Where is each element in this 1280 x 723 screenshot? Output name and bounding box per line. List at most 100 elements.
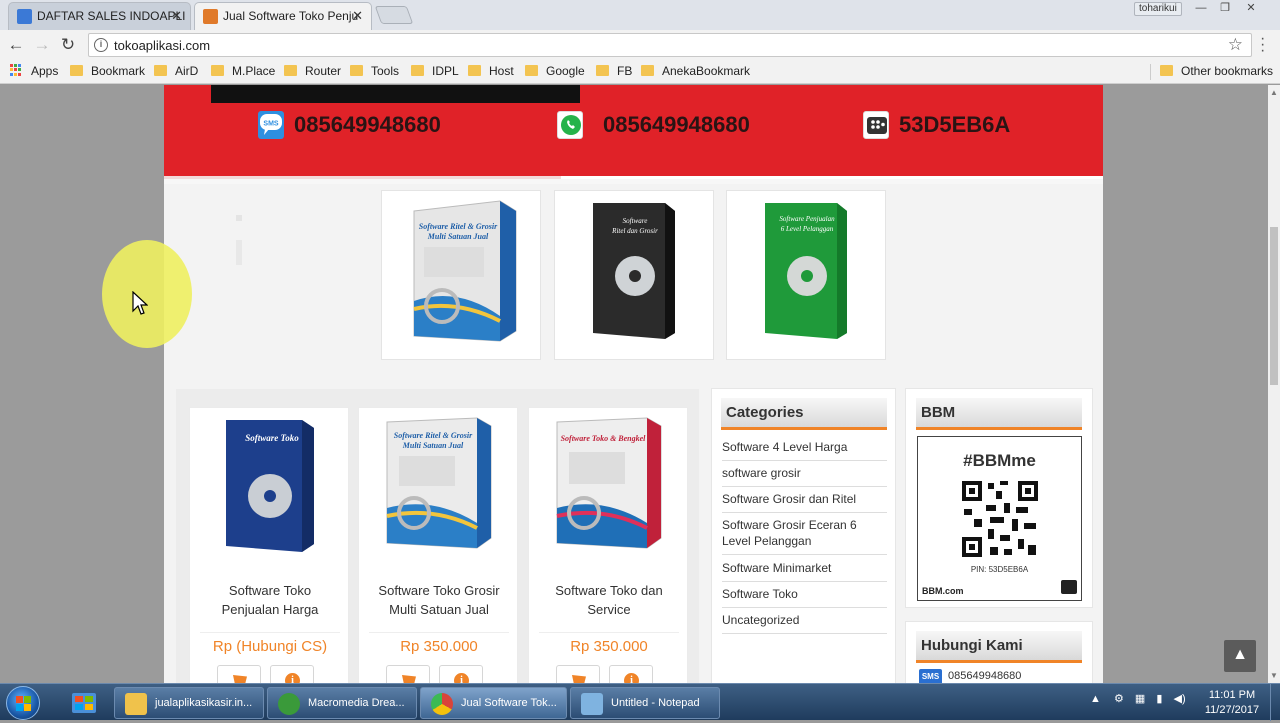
pinned-explorer-icon[interactable]	[66, 688, 102, 718]
scrollbar-thumb[interactable]	[1270, 227, 1278, 385]
svg-text:Software Toko & Bengkel: Software Toko & Bengkel	[561, 434, 647, 443]
featured-product[interactable]: Software Ritel dan Grosir	[554, 190, 714, 360]
tray-expand-icon[interactable]: ▲	[1090, 693, 1101, 705]
scroll-to-top-button[interactable]: ▲	[1224, 640, 1256, 672]
bookmark-folder[interactable]: Host	[468, 64, 514, 78]
bookmark-folder[interactable]: Google	[525, 64, 585, 78]
taskbar-window[interactable]: jualaplikasikasir.in...	[114, 687, 264, 719]
browser-menu-icon[interactable]: · · ·	[1260, 31, 1265, 59]
category-link[interactable]: Software Minimarket	[722, 560, 887, 576]
bookmark-label: Tools	[371, 64, 400, 78]
start-button[interactable]	[6, 686, 40, 720]
add-to-cart-button[interactable]	[556, 665, 600, 683]
site-info-icon[interactable]: i	[94, 38, 108, 52]
product-card[interactable]: Software Ritel & Grosir Multi Satuan Jua…	[358, 407, 518, 683]
bookmark-folder[interactable]: FB	[596, 64, 632, 78]
maximize-button[interactable]: ❐	[1214, 2, 1236, 16]
contact-whatsapp-number: 085649948680	[603, 112, 750, 137]
category-link[interactable]: Uncategorized	[722, 612, 887, 628]
apps-shortcut[interactable]: Apps	[10, 64, 58, 78]
taskbar-window[interactable]: Macromedia Drea...	[267, 687, 417, 719]
add-to-cart-button[interactable]	[386, 665, 430, 683]
info-icon: i	[454, 673, 469, 683]
bbm-card[interactable]: #BBMme PIN: 53D5EB6A BBM.com	[917, 436, 1082, 601]
bookmark-folder[interactable]: M.Place	[211, 64, 275, 78]
address-bar[interactable]: i tokoaplikasi.com ☆	[88, 33, 1252, 57]
scroll-up-arrow-icon[interactable]: ▲	[1270, 88, 1278, 97]
other-bookmarks-folder[interactable]: Other bookmarks	[1160, 64, 1273, 78]
bookmark-folder[interactable]: AnekaBookmark	[641, 64, 750, 78]
bookmark-folder[interactable]: Router	[284, 64, 341, 78]
categories-title: Categories	[721, 398, 887, 430]
tray-signal-icon[interactable]: ▮	[1156, 693, 1162, 705]
folder-icon	[525, 65, 538, 76]
category-link[interactable]: Software Grosir Eceran 6 Level Pelanggan	[722, 517, 887, 549]
dreamweaver-icon	[278, 693, 300, 715]
close-tab-icon[interactable]: ✕	[352, 3, 363, 29]
notepad-icon	[581, 693, 603, 715]
add-to-cart-button[interactable]	[217, 665, 261, 683]
show-desktop-button[interactable]	[1270, 684, 1280, 721]
software-box-image: Software Ritel & Grosir Multi Satuan Jua…	[413, 200, 517, 342]
scroll-down-arrow-icon[interactable]: ▼	[1270, 671, 1278, 680]
product-card[interactable]: Software Toko & Bengkel Software Toko da…	[528, 407, 688, 683]
close-tab-icon[interactable]: ✕	[171, 3, 182, 29]
product-info-button[interactable]: i	[439, 665, 483, 683]
close-window-button[interactable]: ✕	[1240, 2, 1262, 16]
minimize-button[interactable]: —	[1190, 2, 1212, 16]
contact-widget-phone[interactable]: SMS 085649948680	[919, 669, 1021, 683]
contact-bbm: 53D5EB6A	[863, 111, 1010, 139]
taskbar-clock[interactable]: 11:01 PM 11/27/2017	[1200, 688, 1264, 718]
profile-badge[interactable]: toharikui	[1134, 2, 1182, 16]
tab-title: DAFTAR SALES INDOAPLI	[37, 9, 186, 23]
taskbar-window[interactable]: Untitled - Notepad	[570, 687, 720, 719]
category-divider	[722, 554, 887, 555]
tab-daftar-sales[interactable]: DAFTAR SALES INDOAPLI ✕	[8, 2, 191, 30]
taskbar-window[interactable]: Jual Software Tok...	[420, 687, 567, 719]
tray-network-icon[interactable]: ⚙	[1114, 693, 1124, 705]
url-text[interactable]: tokoaplikasi.com	[114, 38, 210, 53]
product-name[interactable]: Software Toko dan Service	[529, 581, 689, 619]
bookmark-label: AnekaBookmark	[662, 64, 751, 78]
tab-jual-software[interactable]: Jual Software Toko Penju ✕	[194, 2, 372, 30]
svg-text:Software Toko: Software Toko	[245, 433, 299, 443]
bookmark-folder[interactable]: Tools	[350, 64, 399, 78]
category-link[interactable]: software grosir	[722, 465, 887, 481]
category-link[interactable]: Software 4 Level Harga	[722, 439, 887, 455]
page-scrollbar[interactable]: ▲ ▼	[1268, 85, 1280, 683]
product-name[interactable]: Software Toko Grosir Multi Satuan Jual	[359, 581, 519, 619]
category-link[interactable]: Software Grosir dan Ritel	[722, 491, 887, 507]
contact-bbm-pin: 53D5EB6A	[899, 112, 1011, 137]
folder-icon	[350, 65, 363, 76]
contact-widget-phone-number: 085649948680	[948, 670, 1022, 682]
folder-icon	[125, 693, 147, 715]
product-info-button[interactable]: i	[270, 665, 314, 683]
software-box-image: Software Ritel dan Grosir	[593, 203, 675, 339]
bbm-pin: PIN: 53D5EB6A	[970, 565, 1029, 574]
taskbar-window-label: jualaplikasikasir.in...	[155, 697, 253, 709]
reload-icon[interactable]: ↻	[58, 35, 78, 55]
category-link[interactable]: Software Toko	[722, 586, 887, 602]
tray-power-icon[interactable]: ▦	[1135, 693, 1145, 705]
bookmark-folder[interactable]: Bookmark	[70, 64, 145, 78]
sms-icon: SMS	[258, 111, 284, 139]
bbm-title: BBM	[916, 398, 1082, 430]
bookmark-folder[interactable]: AirD	[154, 64, 198, 78]
bookmark-star-icon[interactable]: ☆	[1228, 35, 1243, 55]
product-name-line: Service	[587, 602, 631, 617]
bookmark-label: FB	[617, 64, 633, 78]
banner-accent	[164, 176, 561, 179]
bookmark-folder[interactable]: IDPL	[411, 64, 459, 78]
product-name[interactable]: Software Toko Penjualan Harga	[190, 581, 350, 619]
forward-arrow-icon[interactable]: →	[32, 35, 52, 55]
bookmark-label: Other bookmarks	[1181, 64, 1274, 78]
back-arrow-icon[interactable]: ←	[6, 35, 26, 55]
whatsapp-icon	[557, 111, 583, 139]
featured-product[interactable]: Software Penjualan 6 Level Pelanggan	[726, 190, 886, 360]
featured-product[interactable]: Software Ritel & Grosir Multi Satuan Jua…	[381, 190, 541, 360]
tray-volume-icon[interactable]: ◀)	[1173, 693, 1185, 705]
product-card[interactable]: Software Toko Software Toko Penjualan Har…	[189, 407, 349, 683]
product-info-button[interactable]: i	[609, 665, 653, 683]
category-divider	[722, 486, 887, 487]
new-tab-button[interactable]	[374, 6, 414, 24]
